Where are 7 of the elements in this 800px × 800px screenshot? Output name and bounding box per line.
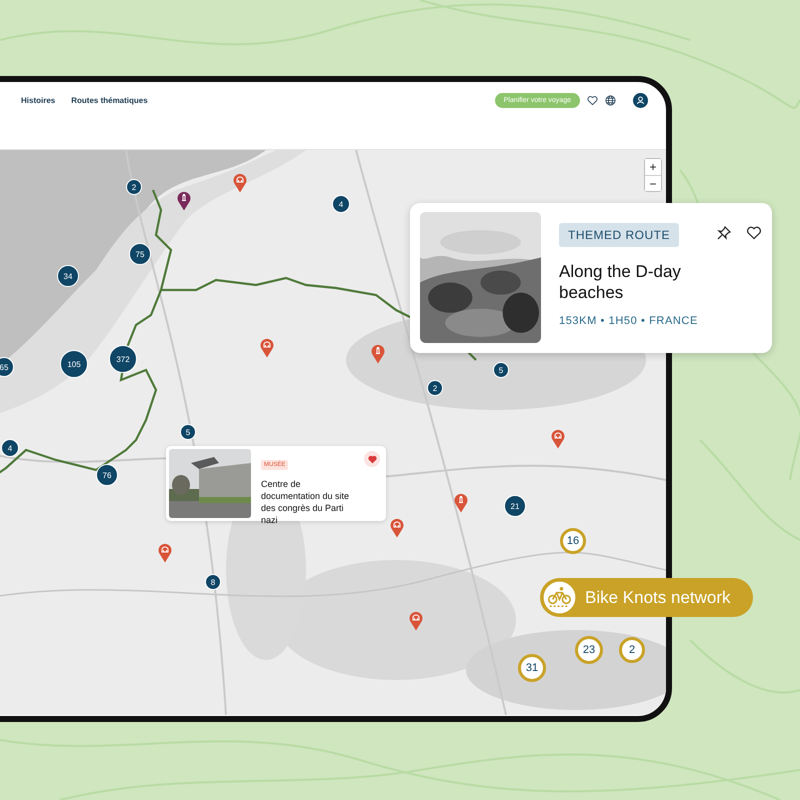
heart-icon[interactable] [746,225,762,241]
globe-icon[interactable] [605,94,616,106]
nav-link[interactable]: Histoires [21,96,56,104]
pushpin-icon[interactable] [716,225,732,241]
user-avatar-icon[interactable] [633,92,648,108]
nav-link[interactable]: Routes thématiques [71,96,148,104]
heart-icon[interactable] [587,94,598,106]
